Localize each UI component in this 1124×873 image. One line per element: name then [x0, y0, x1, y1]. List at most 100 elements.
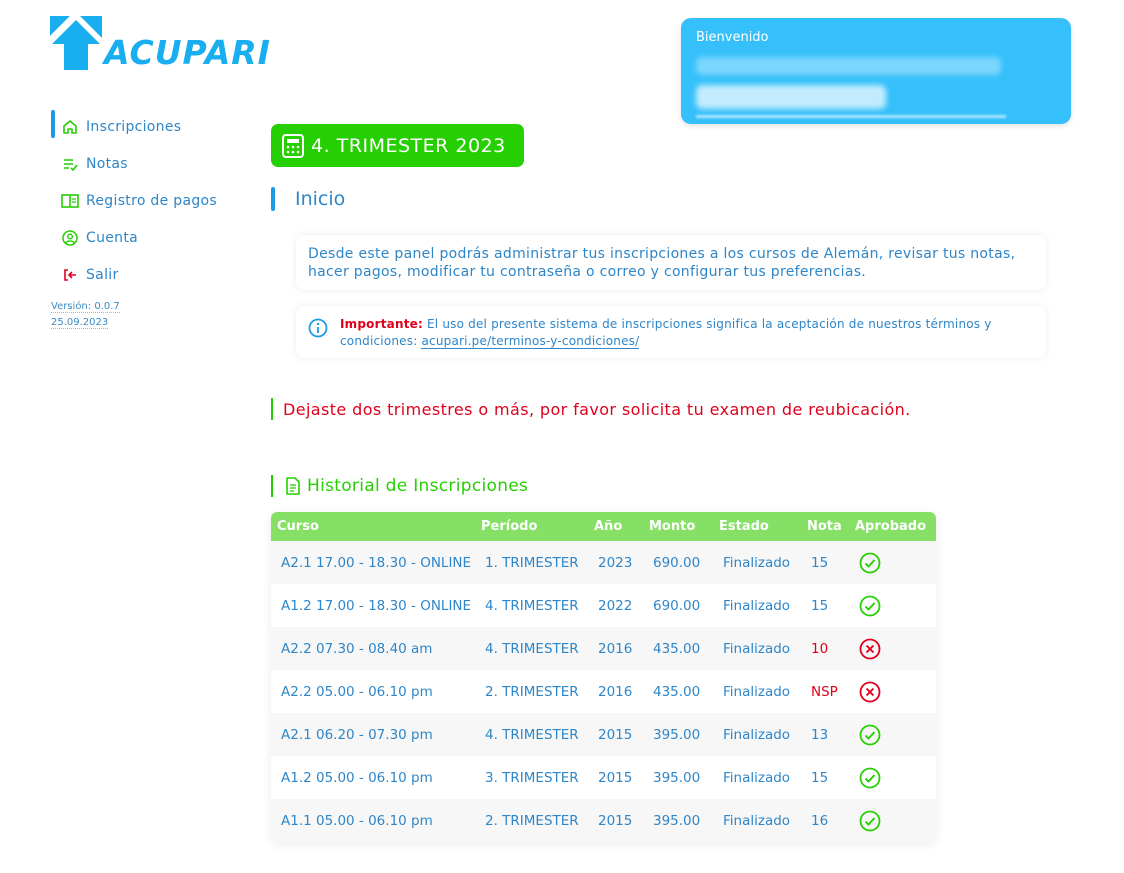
col-curso: Curso: [277, 519, 319, 534]
cell-nota: 15: [811, 597, 829, 614]
cell-estado: Finalizado: [723, 640, 791, 657]
section-accent-bar: [271, 187, 275, 211]
table-row: A2.1 17.00 - 18.30 - ONLINE 1. TRIMESTER 2…: [271, 541, 936, 584]
cell-curso: A1.1 05.00 - 06.10 pm: [281, 812, 433, 829]
table-row: A1.2 05.00 - 06.10 pm 3. TRIMESTER 2015 395…: [271, 756, 936, 799]
warning-accent-bar: [271, 398, 273, 420]
cell-monto: 395.00: [653, 812, 701, 829]
home-icon: [61, 118, 79, 136]
reubicacion-warning: Dejaste dos trimestres o más, por favor …: [271, 398, 911, 420]
cell-periodo: 3. TRIMESTER: [485, 769, 579, 786]
cell-estado: Finalizado: [723, 726, 791, 743]
user-id-blurred: [696, 85, 886, 109]
version-info: Versión: 0.0.7 25.09.2023: [51, 299, 251, 331]
cell-curso: A2.2 05.00 - 06.10 pm: [281, 683, 433, 700]
version-date: 25.09.2023: [51, 317, 109, 329]
col-estado: Estado: [719, 519, 769, 534]
col-nota: Nota: [807, 519, 842, 534]
acupari-logo[interactable]: ACUPARI: [50, 16, 270, 74]
section-inicio-header: Inicio: [271, 187, 345, 211]
approved-check-icon: [855, 810, 936, 832]
cell-curso: A2.2 07.30 - 08.40 am: [281, 640, 433, 657]
welcome-title: Bienvenido: [696, 30, 769, 45]
cell-estado: Finalizado: [723, 554, 791, 571]
terms-link[interactable]: acupari.pe/terminos-y-condiciones/: [421, 334, 640, 349]
cell-curso: A1.2 05.00 - 06.10 pm: [281, 769, 433, 786]
cell-monto: 435.00: [653, 640, 701, 657]
failed-x-icon: [855, 638, 936, 660]
cell-anio: 2016: [598, 683, 633, 700]
sidebar-item-notas[interactable]: Notas: [51, 145, 251, 182]
cell-estado: Finalizado: [723, 769, 791, 786]
table-row: A2.2 07.30 - 08.40 am 4. TRIMESTER 2016 435…: [271, 627, 936, 670]
cell-anio: 2015: [598, 726, 633, 743]
cell-nota: NSP: [811, 683, 838, 700]
user-circle-icon: [61, 229, 79, 247]
important-label: Importante:: [340, 317, 423, 331]
col-periodo: Período: [481, 519, 538, 534]
cell-periodo: 2. TRIMESTER: [485, 683, 579, 700]
cell-anio: 2016: [598, 640, 633, 657]
history-accent-bar: [271, 475, 273, 497]
sidebar-item-registro-pagos[interactable]: Registro de pagos: [51, 182, 251, 219]
house-logo-icon: [50, 16, 102, 70]
table-row: A1.2 17.00 - 18.30 - ONLINE 4. TRIMESTER 2…: [271, 584, 936, 627]
cell-estado: Finalizado: [723, 683, 791, 700]
table-row: A1.1 05.00 - 06.10 pm 2. TRIMESTER 2015 395…: [271, 799, 936, 842]
user-name-blurred: [696, 57, 1001, 75]
welcome-divider: [696, 115, 1006, 118]
cell-anio: 2015: [598, 769, 633, 786]
calculator-icon: [282, 133, 304, 158]
sidebar-item-label: Registro de pagos: [86, 192, 217, 209]
table-row: A2.2 05.00 - 06.10 pm 2. TRIMESTER 2016 435…: [271, 670, 936, 713]
cell-nota: 16: [811, 812, 829, 829]
version-label: Versión: 0.0.7: [51, 301, 120, 313]
cell-curso: A1.2 17.00 - 18.30 - ONLINE: [281, 597, 472, 614]
info-icon: [308, 318, 328, 338]
cell-monto: 690.00: [653, 554, 701, 571]
history-header: Historial de Inscripciones: [271, 475, 528, 497]
cell-monto: 435.00: [653, 683, 701, 700]
sidebar-item-label: Notas: [86, 155, 128, 172]
book-icon: [61, 192, 79, 210]
cell-anio: 2015: [598, 812, 633, 829]
cell-curso: A2.1 06.20 - 07.30 pm: [281, 726, 433, 743]
cell-periodo: 4. TRIMESTER: [485, 597, 579, 614]
logo-text: ACUPARI: [104, 33, 271, 72]
cell-periodo: 2. TRIMESTER: [485, 812, 579, 829]
cell-periodo: 4. TRIMESTER: [485, 726, 579, 743]
cell-anio: 2022: [598, 597, 633, 614]
cell-anio: 2023: [598, 554, 633, 571]
cell-nota: 10: [811, 640, 829, 657]
panel-description: Desde este panel podrás administrar tus …: [296, 235, 1046, 290]
sidebar-item-inscripciones[interactable]: Inscripciones: [51, 108, 251, 145]
cell-monto: 395.00: [653, 726, 701, 743]
document-icon: [286, 477, 300, 495]
table-row: A2.1 06.20 - 07.30 pm 4. TRIMESTER 2015 395…: [271, 713, 936, 756]
sidebar-item-salir[interactable]: Salir: [51, 256, 251, 293]
cell-monto: 690.00: [653, 597, 701, 614]
trimester-label: 4. TRIMESTER 2023: [311, 134, 506, 157]
section-title: Inicio: [295, 188, 346, 210]
warning-text: Dejaste dos trimestres o más, por favor …: [283, 399, 911, 419]
sidebar: Inscripciones Notas Registro de pagos Cu…: [51, 108, 251, 331]
approved-check-icon: [855, 767, 936, 789]
col-monto: Monto: [649, 519, 696, 534]
sidebar-item-label: Cuenta: [86, 229, 139, 246]
cell-nota: 15: [811, 554, 829, 571]
table-header: Curso Período Año Monto Estado Nota Apro…: [271, 512, 936, 541]
list-check-icon: [61, 155, 79, 173]
sidebar-item-label: Salir: [86, 266, 119, 283]
cell-monto: 395.00: [653, 769, 701, 786]
history-title: Historial de Inscripciones: [307, 476, 529, 496]
approved-check-icon: [855, 552, 936, 574]
cell-periodo: 1. TRIMESTER: [485, 554, 579, 571]
cell-nota: 13: [811, 726, 829, 743]
approved-check-icon: [855, 724, 936, 746]
trimester-badge: 4. TRIMESTER 2023: [271, 124, 524, 167]
sidebar-item-cuenta[interactable]: Cuenta: [51, 219, 251, 256]
sidebar-item-label: Inscripciones: [86, 118, 182, 135]
cell-curso: A2.1 17.00 - 18.30 - ONLINE: [281, 554, 472, 571]
cell-nota: 15: [811, 769, 829, 786]
important-notice: Importante: El uso del presente sistema …: [296, 306, 1046, 358]
